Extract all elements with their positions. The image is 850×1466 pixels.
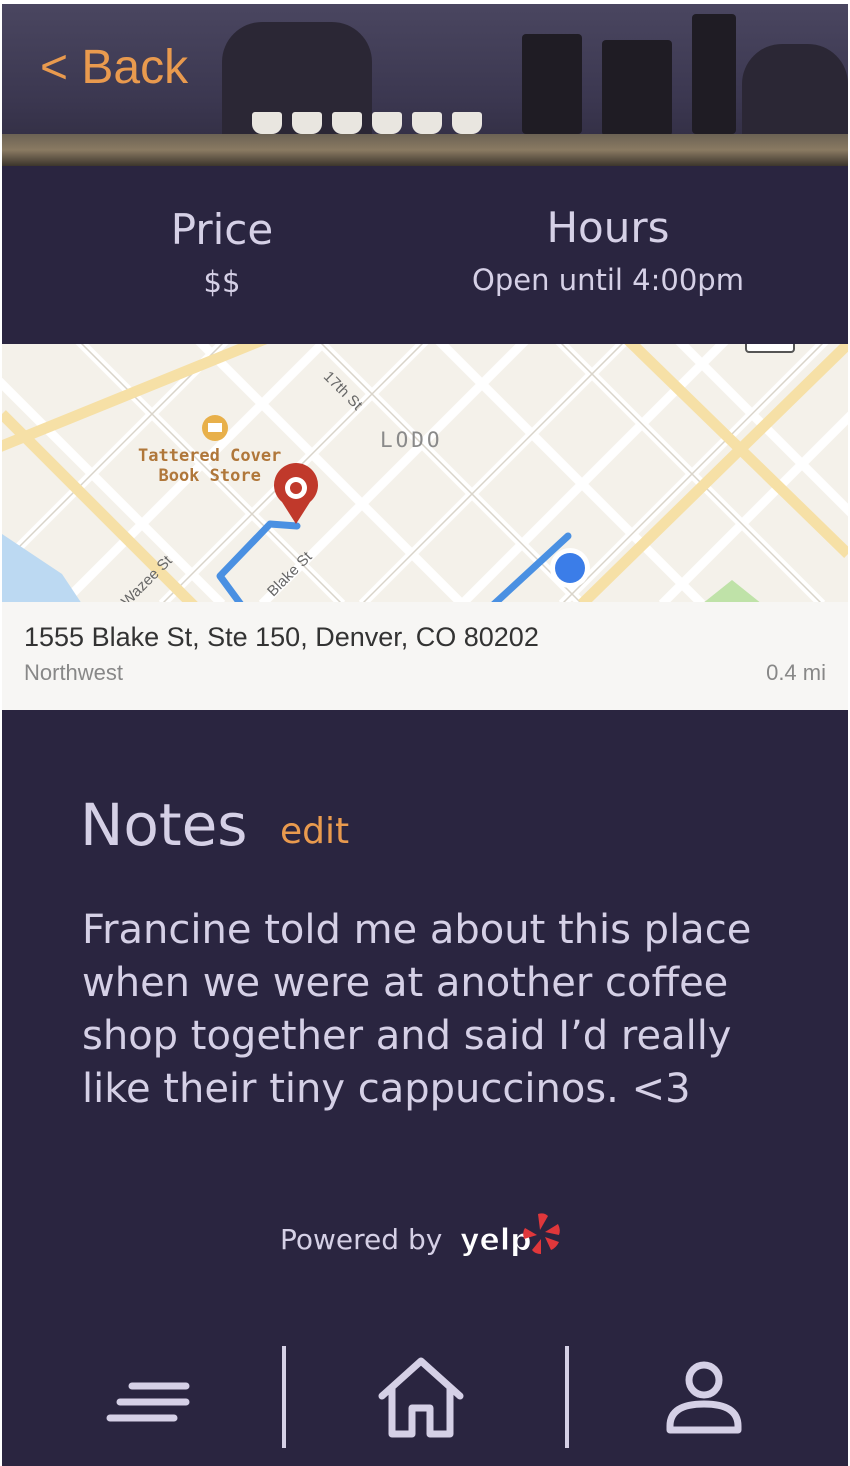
menu-button[interactable] <box>106 1380 190 1428</box>
notes-body: Francine told me about this place when w… <box>82 907 752 1112</box>
cup-shape <box>292 112 322 134</box>
price-value: $$ <box>203 265 241 299</box>
profile-button[interactable] <box>664 1358 744 1438</box>
customer-figure <box>742 44 848 144</box>
poi-label[interactable]: Tattered Cover Book Store <box>138 446 281 486</box>
price-label: Price <box>170 205 274 254</box>
hours-value: Open until 4:00pm <box>472 263 744 297</box>
address-area: Northwest <box>24 660 124 685</box>
app-screen: < Back Price $$ Hours Open until 4:00pm <box>2 4 848 1466</box>
hours-label: Hours <box>546 203 670 252</box>
map-canvas <box>2 344 848 604</box>
notes-title: Notes <box>80 791 248 859</box>
edit-notes-link[interactable]: edit <box>280 810 349 854</box>
cup-shape <box>372 112 402 134</box>
poi-name-line1: Tattered Cover <box>138 446 282 466</box>
profile-icon <box>666 1361 742 1434</box>
yelp-logo: yelp <box>460 1213 560 1259</box>
cup-shape <box>412 112 442 134</box>
grinder-shape <box>522 34 582 134</box>
address-card[interactable]: 1555 Blake St, Ste 150, Denver, CO 80202… <box>2 602 848 710</box>
powered-by-text: Powered by <box>280 1223 443 1256</box>
poi-name-line2: Book Store <box>158 466 261 486</box>
hours-block: Hours Open until 4:00pm <box>448 202 768 300</box>
info-panel: Price $$ Hours Open until 4:00pm <box>2 166 848 344</box>
menu-icon <box>106 1382 190 1422</box>
grinder-shape <box>692 14 736 134</box>
district-label: LODO <box>380 428 443 452</box>
cup-shape <box>252 112 282 134</box>
back-button[interactable]: < Back <box>40 40 188 96</box>
address-text: 1555 Blake St, Ste 150, Denver, CO 80202 <box>24 622 539 652</box>
hero-photo: < Back <box>2 4 848 166</box>
distance-text: 0.4 mi <box>766 660 826 685</box>
home-icon <box>378 1357 464 1438</box>
nav-divider <box>282 1346 286 1448</box>
counter-shape <box>2 134 848 166</box>
cup-shape <box>452 112 482 134</box>
home-button[interactable] <box>376 1356 466 1438</box>
map-view[interactable]: Tattered Cover Book Store LODO 17th St B… <box>2 344 848 710</box>
price-block: Price $$ <box>152 204 292 302</box>
yelp-wordmark: yelp <box>460 1223 532 1258</box>
nav-divider <box>565 1346 569 1448</box>
grinder-shape <box>602 40 672 136</box>
cup-shape <box>332 112 362 134</box>
